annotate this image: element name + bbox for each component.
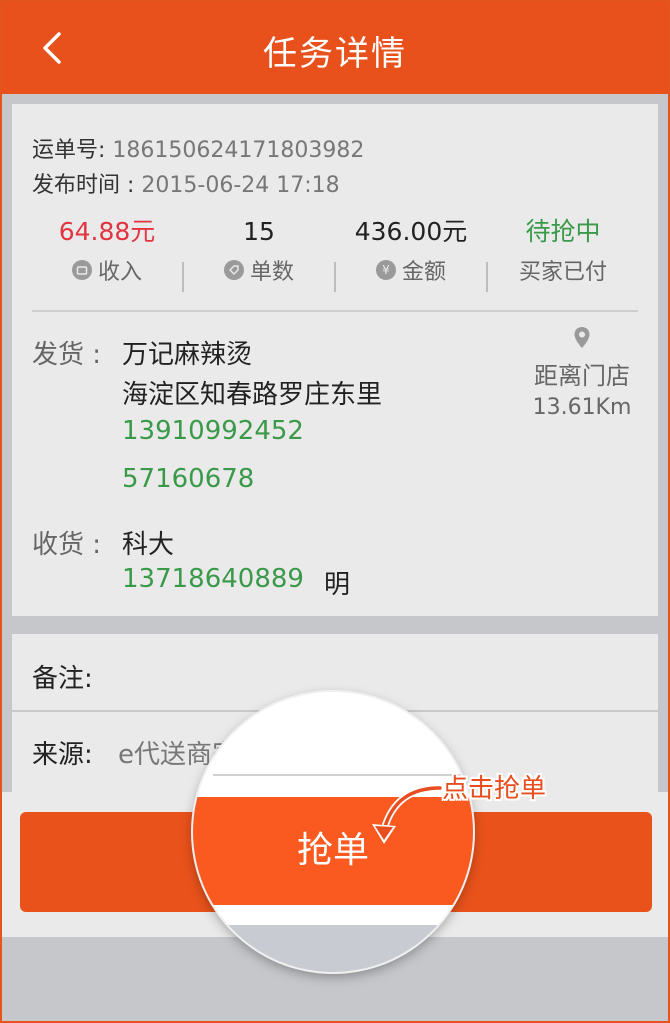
order-number-row: 运单号: 186150624171803982 bbox=[32, 132, 364, 164]
order-number-value: 186150624171803982 bbox=[112, 138, 365, 163]
stat-amount: 436.00元 ¥ 金额 bbox=[336, 214, 486, 286]
distance-label: 距离门店 bbox=[534, 362, 630, 390]
note-label: 备注: bbox=[32, 664, 93, 694]
receiver-phone[interactable]: 13718640889 bbox=[122, 564, 304, 594]
sender-address: 海淀区知春路罗庄东里 bbox=[122, 380, 383, 410]
wallet-icon bbox=[71, 260, 92, 280]
app-frame: 任务详情 运单号: 186150624171803982 发布时间 : 2015… bbox=[0, 0, 670, 1023]
status-value: 待抢中 bbox=[525, 217, 601, 246]
income-label: 收入 bbox=[97, 260, 142, 285]
section-gap bbox=[12, 616, 658, 634]
sender-phone-1[interactable]: 13910992452 bbox=[122, 416, 304, 446]
receiver-contact: 明 bbox=[324, 570, 351, 600]
sender-name: 万记麻辣烫 bbox=[122, 340, 253, 370]
stat-status: 待抢中 买家已付 bbox=[488, 214, 638, 286]
amount-value: 436.00元 bbox=[354, 217, 468, 246]
order-number-label: 运单号: bbox=[32, 138, 106, 163]
distance-info: 距离门店 13.61Km bbox=[512, 326, 652, 420]
count-label: 单数 bbox=[249, 260, 294, 285]
publish-time-row: 发布时间 : 2015-06-24 17:18 bbox=[32, 167, 340, 199]
receiver-name: 科大 bbox=[122, 530, 175, 560]
tag-icon bbox=[223, 260, 244, 280]
stats-row: 64.88元 收入 15 单数 436.00元 ¥ 金额 待抢中 买家已付 bbox=[32, 214, 638, 294]
source-label: 来源: bbox=[32, 740, 93, 770]
income-value: 64.88元 bbox=[58, 217, 156, 246]
page-title: 任务详情 bbox=[263, 34, 407, 74]
order-card: 运单号: 186150624171803982 发布时间 : 2015-06-2… bbox=[12, 104, 658, 616]
status-label: 买家已付 bbox=[518, 260, 607, 285]
publish-time-value: 2015-06-24 17:18 bbox=[141, 173, 340, 198]
count-value: 15 bbox=[243, 217, 275, 246]
title-bar: 任务详情 bbox=[2, 2, 668, 94]
publish-time-label: 发布时间 : bbox=[32, 173, 135, 198]
receiver-label: 收货 : bbox=[32, 530, 102, 560]
hint-label: 点击抢单 bbox=[442, 774, 547, 804]
amount-label: 金额 bbox=[401, 260, 446, 285]
distance-value: 13.61Km bbox=[532, 395, 632, 420]
task-detail-content[interactable]: 运单号: 186150624171803982 发布时间 : 2015-06-2… bbox=[12, 104, 658, 794]
sender-phone-2[interactable]: 57160678 bbox=[122, 464, 254, 494]
location-pin-icon bbox=[574, 327, 590, 348]
stat-income: 64.88元 收入 bbox=[32, 214, 182, 286]
section-divider bbox=[32, 310, 638, 312]
stat-count: 15 单数 bbox=[184, 214, 334, 286]
yen-icon: ¥ bbox=[375, 260, 396, 280]
sender-label: 发货 : bbox=[32, 340, 102, 370]
